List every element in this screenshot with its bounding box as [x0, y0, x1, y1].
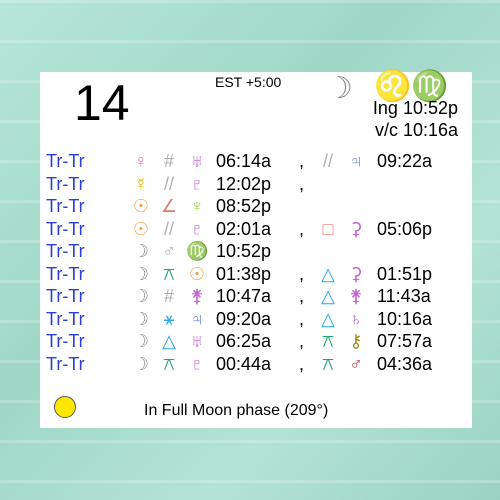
- planet-2-icon: ♇: [190, 173, 204, 194]
- aspect-1-icon: ⚻: [163, 353, 175, 374]
- transit-row: Tr-Tr ☽ ⚹ ♃ 09:20a, △ ♄ 10:16a: [40, 308, 472, 331]
- planet-2-icon: ⚵: [190, 286, 204, 306]
- transit-row: Tr-Tr ♀ # ♅ 06:14a, // ♃ 09:22a: [40, 150, 472, 173]
- aspect-2-icon: ⚻: [322, 331, 334, 351]
- separator-comma: ,: [299, 173, 305, 194]
- transit-row: Tr-Tr ☽ ♂ ♍ 10:52p: [40, 240, 472, 263]
- aspect-1-time: 01:38p: [216, 263, 272, 284]
- full-moon-icon: [54, 396, 76, 418]
- moon-icon: ☽: [326, 72, 353, 105]
- planet-1-icon: ☽: [132, 308, 150, 329]
- aspect-2-icon: ⚻: [322, 353, 334, 374]
- planet-2-icon: ♃: [190, 308, 204, 329]
- aspect-2-time: 04:36a: [377, 353, 433, 374]
- aspect-1-time: 06:25a: [216, 331, 272, 351]
- separator-comma: ,: [299, 353, 305, 374]
- day-number: 14: [74, 75, 130, 131]
- void-of-course-time: v/c 10:16a: [374, 120, 458, 140]
- separator-comma: ,: [299, 331, 305, 351]
- transit-type-label: Tr-Tr: [46, 286, 85, 306]
- transit-row: Tr-Tr ☽ ⚻ ♇ 00:44a, ⚻ ♂ 04:36a: [40, 353, 472, 376]
- aspect-1-time: 08:52p: [216, 196, 272, 216]
- aspect-2-time: 01:51p: [377, 263, 433, 284]
- transit-type-label: Tr-Tr: [46, 173, 85, 194]
- planet-1-icon: ☉: [132, 196, 150, 216]
- separator-comma: ,: [299, 218, 305, 239]
- aspect-1-time: 02:01a: [216, 218, 272, 239]
- aspect-1-icon: ♂: [162, 241, 176, 261]
- transit-type-label: Tr-Tr: [46, 196, 85, 216]
- separator-comma: ,: [299, 263, 305, 284]
- planet-1-icon: ☽: [132, 353, 150, 374]
- aspect-2-time: 05:06p: [377, 218, 433, 239]
- transit-type-label: Tr-Tr: [46, 353, 85, 374]
- separator-comma: ,: [299, 308, 305, 329]
- aspect-1-time: 06:14a: [216, 151, 272, 171]
- planet-3-icon: ⚷: [349, 331, 363, 351]
- aspect-1-icon: #: [163, 286, 174, 306]
- aspect-1-time: 00:44a: [216, 353, 272, 374]
- aspect-1-icon: //: [163, 218, 174, 239]
- separator-comma: ,: [299, 151, 305, 171]
- transit-row: Tr-Tr ☿ // ♇ 12:02p,: [40, 173, 472, 196]
- ingress-time: Ing 10:52p: [372, 98, 458, 118]
- aspect-1-icon: △: [162, 331, 176, 351]
- planet-2-icon: ♆: [190, 196, 204, 216]
- separator-comma: ,: [299, 286, 305, 306]
- planet-1-icon: ☽: [132, 286, 150, 306]
- transit-row: Tr-Tr ☉ // ♇ 02:01a, □ ⚳ 05:06p: [40, 218, 472, 241]
- aspect-1-icon: ⚹: [163, 308, 175, 329]
- planet-1-icon: ☽: [132, 263, 150, 284]
- planet-1-icon: ☉: [132, 218, 150, 239]
- aspect-2-icon: □: [322, 218, 334, 239]
- aspect-1-time: 09:20a: [216, 308, 272, 329]
- aspect-1-time: 12:02p: [216, 173, 272, 194]
- aspect-1-icon: #: [163, 151, 174, 171]
- aspect-1-icon: ⚻: [163, 263, 175, 284]
- aspect-1-time: 10:47a: [216, 286, 272, 306]
- timezone-label: EST +5:00: [215, 74, 282, 90]
- planet-2-icon: ♍: [186, 241, 209, 261]
- moon-phase-text: In Full Moon phase (209°): [144, 402, 329, 419]
- planet-1-icon: ☽: [132, 241, 150, 261]
- planet-2-icon: ♇: [190, 353, 204, 374]
- day-card: 14 EST +5:00 ☽ ♌♍ Ing 10:52p v/c 10:16a …: [40, 70, 472, 428]
- planet-3-icon: ♂: [349, 353, 363, 374]
- aspect-2-icon: //: [322, 151, 333, 171]
- transit-row: Tr-Tr ☽ ⚻ ☉ 01:38p, △ ⚳ 01:51p: [40, 263, 472, 286]
- planet-2-icon: ♅: [190, 151, 204, 171]
- aspect-2-time: 11:43a: [377, 286, 431, 306]
- aspect-2-icon: △: [321, 286, 335, 306]
- transit-type-label: Tr-Tr: [46, 241, 85, 261]
- planet-3-icon: ⚵: [349, 286, 363, 306]
- planet-3-icon: ♄: [349, 308, 363, 329]
- transit-row: Tr-Tr ☽ △ ♅ 06:25a, ⚻ ⚷ 07:57a: [40, 330, 472, 353]
- planet-2-icon: ♅: [190, 331, 204, 351]
- aspect-1-icon: //: [163, 173, 174, 194]
- aspect-2-time: 10:16a: [377, 308, 433, 329]
- planet-3-icon: ⚳: [349, 218, 363, 239]
- transit-type-label: Tr-Tr: [46, 151, 85, 171]
- aspect-2-time: 07:57a: [377, 331, 433, 351]
- transit-row: Tr-Tr ☉ ∠ ♆ 08:52p: [40, 195, 472, 218]
- planet-1-icon: ♀: [134, 151, 148, 171]
- aspect-2-icon: △: [321, 308, 335, 329]
- transit-type-label: Tr-Tr: [46, 218, 85, 239]
- aspect-1-time: 10:52p: [216, 241, 272, 261]
- planet-3-icon: ⚳: [349, 263, 363, 284]
- aspect-2-icon: △: [321, 263, 335, 284]
- transit-type-label: Tr-Tr: [46, 308, 85, 329]
- aspect-1-icon: ∠: [160, 196, 178, 216]
- planet-1-icon: ☽: [132, 331, 150, 351]
- transit-type-label: Tr-Tr: [46, 263, 85, 284]
- aspect-2-time: 09:22a: [377, 151, 433, 171]
- planet-2-icon: ☉: [188, 263, 206, 284]
- planet-2-icon: ♇: [190, 218, 204, 239]
- planet-1-icon: ☿: [134, 173, 148, 194]
- transit-row: Tr-Tr ☽ # ⚵ 10:47a, △ ⚵ 11:43a: [40, 285, 472, 308]
- planet-3-icon: ♃: [349, 151, 363, 171]
- transit-type-label: Tr-Tr: [46, 331, 85, 351]
